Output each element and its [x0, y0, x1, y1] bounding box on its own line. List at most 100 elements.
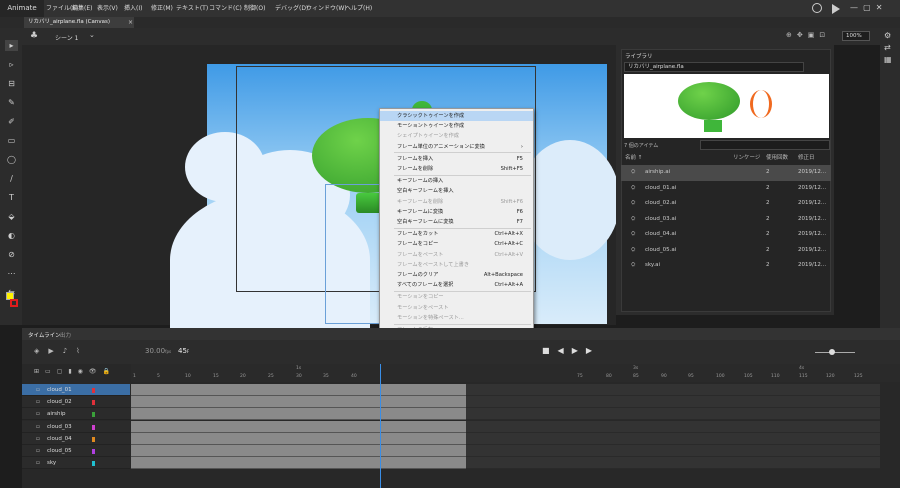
menu-item[interactable]: テキスト(T): [176, 0, 208, 17]
play-icon[interactable]: [832, 4, 840, 14]
transform-tool-icon[interactable]: ⊟: [5, 78, 18, 89]
empty-frames[interactable]: [466, 445, 880, 457]
line-tool-icon[interactable]: ∕: [5, 173, 18, 184]
layer-color-tag[interactable]: [92, 412, 95, 418]
layer-frames[interactable]: [131, 457, 466, 470]
library-item[interactable]: ⛭ cloud_05.ai 2 2019/12...: [621, 243, 831, 259]
library-item[interactable]: ⛭ cloud_01.ai 2 2019/12...: [621, 181, 831, 197]
oval-tool-icon[interactable]: ◯: [5, 154, 18, 165]
stage-tool-icons[interactable]: ⊕✥▣⊡: [786, 31, 830, 39]
tab-output[interactable]: 出力: [60, 331, 71, 339]
layer-color-tag[interactable]: [92, 461, 95, 467]
context-menu-item[interactable]: フレームをカット Ctrl+Alt+X: [380, 229, 533, 239]
layer-color-tag[interactable]: [92, 400, 95, 406]
layer-row[interactable]: ▫ airship: [22, 408, 130, 421]
context-menu-item[interactable]: フレーム単位のアニメーションに変換 ›: [380, 142, 533, 152]
selection-tool-icon[interactable]: ▸: [5, 40, 18, 51]
eraser-icon[interactable]: ⊘: [5, 249, 18, 260]
layer-row[interactable]: ▫ cloud_05: [22, 445, 130, 457]
empty-frames[interactable]: [466, 420, 880, 433]
layer-frames[interactable]: [131, 384, 466, 396]
layer-toolbar-icons[interactable]: ⊞▭▢▮◉👁🔒: [34, 368, 116, 375]
context-menu-item[interactable]: シェイプトゥイーンを作成: [380, 131, 533, 141]
layer-row[interactable]: ▫ cloud_01: [22, 384, 130, 396]
fps-readout[interactable]: 30.00fps: [145, 347, 171, 355]
subselect-tool-icon[interactable]: ▹: [5, 59, 18, 70]
paint-bucket-icon[interactable]: ⬙: [5, 211, 18, 222]
search-icon[interactable]: [812, 3, 822, 13]
context-menu-item[interactable]: モーショントゥイーンを作成: [380, 121, 533, 131]
context-menu-item[interactable]: すべてのフレームを選択 Ctrl+Alt+A: [380, 280, 533, 290]
layer-color-tag[interactable]: [92, 424, 95, 430]
context-menu-item[interactable]: 空白キーフレームを挿入: [380, 186, 533, 196]
layer-frames[interactable]: [131, 432, 466, 445]
layer-color-tag[interactable]: [92, 449, 95, 454]
library-item[interactable]: ⛭ cloud_03.ai 2 2019/12...: [621, 212, 831, 228]
empty-frames[interactable]: [466, 396, 880, 409]
brush-tool-icon[interactable]: ✎: [5, 97, 18, 108]
menu-item[interactable]: ウィンドウ(W): [306, 0, 347, 17]
more-tools-icon[interactable]: ⋯: [5, 268, 18, 279]
library-column-header[interactable]: 修正日: [798, 153, 815, 161]
fill-color-swatch[interactable]: [10, 299, 18, 307]
context-menu-item[interactable]: モーションをコピー: [380, 292, 533, 302]
panel-icons[interactable]: ⚙ ⇄ ▦: [884, 30, 898, 66]
layer-frames[interactable]: [131, 396, 466, 409]
layer-frames[interactable]: [131, 420, 466, 433]
document-tab[interactable]: リカバリ_airplane.fla (Canvas): [24, 17, 134, 28]
library-file-select[interactable]: リカバリ_airplane.fla: [624, 62, 804, 72]
layer-row[interactable]: ▫ cloud_02: [22, 396, 130, 409]
context-menu-item[interactable]: クラシックトゥイーンを作成: [380, 111, 533, 121]
layer-row[interactable]: ▫ cloud_04: [22, 432, 130, 445]
library-column-header[interactable]: 名前 ↑: [625, 153, 642, 161]
menu-item[interactable]: 修正(M): [151, 0, 173, 17]
playback-controls[interactable]: ■◀▶▶: [542, 346, 600, 355]
empty-frames[interactable]: [466, 384, 880, 396]
layer-row[interactable]: ▫ cloud_03: [22, 420, 130, 433]
scene-icon[interactable]: ♣: [30, 31, 38, 41]
library-item[interactable]: ⛭ cloud_02.ai 2 2019/12...: [621, 196, 831, 212]
context-menu-item[interactable]: フレームをペースト Ctrl+Alt+V: [380, 250, 533, 260]
layer-frames[interactable]: [131, 408, 466, 421]
window-controls[interactable]: — ▢ ✕: [850, 3, 882, 12]
frame-readout[interactable]: 45F: [178, 347, 189, 355]
menu-item[interactable]: 制御(O): [244, 0, 265, 17]
frame-ruler[interactable]: [131, 364, 900, 382]
close-tab-icon[interactable]: ×: [128, 17, 133, 28]
context-menu-item[interactable]: 空白キーフレームに変換 F7: [380, 217, 533, 227]
scene-label[interactable]: シーン 1: [55, 33, 78, 42]
tab-timeline[interactable]: タイムライン: [28, 331, 61, 339]
menu-item[interactable]: デバッグ(D): [275, 0, 308, 17]
empty-frames[interactable]: [466, 408, 880, 421]
timeline-icons[interactable]: ◈▶♪⌇: [34, 347, 89, 355]
context-menu-item[interactable]: フレームのクリア Alt+Backspace: [380, 270, 533, 280]
layer-row[interactable]: ▫ sky: [22, 457, 130, 470]
context-menu-item[interactable]: キーフレームに変換 F6: [380, 207, 533, 217]
eyedropper-icon[interactable]: ◐: [5, 230, 18, 241]
layer-color-tag[interactable]: [92, 388, 95, 393]
menu-item[interactable]: 表示(V): [97, 0, 118, 17]
layer-color-tag[interactable]: [92, 436, 95, 442]
context-menu-item[interactable]: フレームを挿入 F5: [380, 154, 533, 164]
library-item[interactable]: ⛭ sky.ai 2 2019/12...: [621, 258, 831, 274]
library-search[interactable]: [700, 140, 830, 150]
menu-item[interactable]: 挿入(I): [124, 0, 142, 17]
zoom-field[interactable]: 100%: [842, 31, 870, 41]
layer-frames[interactable]: [131, 445, 466, 457]
context-menu-item[interactable]: フレームを削除 Shift+F5: [380, 164, 533, 174]
pencil-tool-icon[interactable]: ✐: [5, 116, 18, 127]
library-item[interactable]: ⛭ airship.ai 2 2019/12...: [621, 165, 831, 181]
context-menu-item[interactable]: フレームをコピー Ctrl+Alt+C: [380, 239, 533, 249]
menu-item[interactable]: 編集(E): [72, 0, 92, 17]
playhead[interactable]: [380, 364, 381, 488]
context-menu-item[interactable]: キーフレームの挿入: [380, 176, 533, 186]
library-column-header[interactable]: リンケージ: [733, 153, 760, 161]
context-menu-item[interactable]: フレームをペーストして上書き: [380, 260, 533, 270]
context-menu-item[interactable]: モーションを特殊ペースト...: [380, 313, 533, 323]
library-item[interactable]: ⛭ cloud_04.ai 2 2019/12...: [621, 227, 831, 243]
text-tool-icon[interactable]: T: [5, 192, 18, 203]
menu-item[interactable]: コマンド(C): [209, 0, 242, 17]
empty-frames[interactable]: [466, 457, 880, 470]
slider-knob[interactable]: [829, 349, 835, 355]
menu-item[interactable]: ヘルプ(H): [345, 0, 372, 17]
